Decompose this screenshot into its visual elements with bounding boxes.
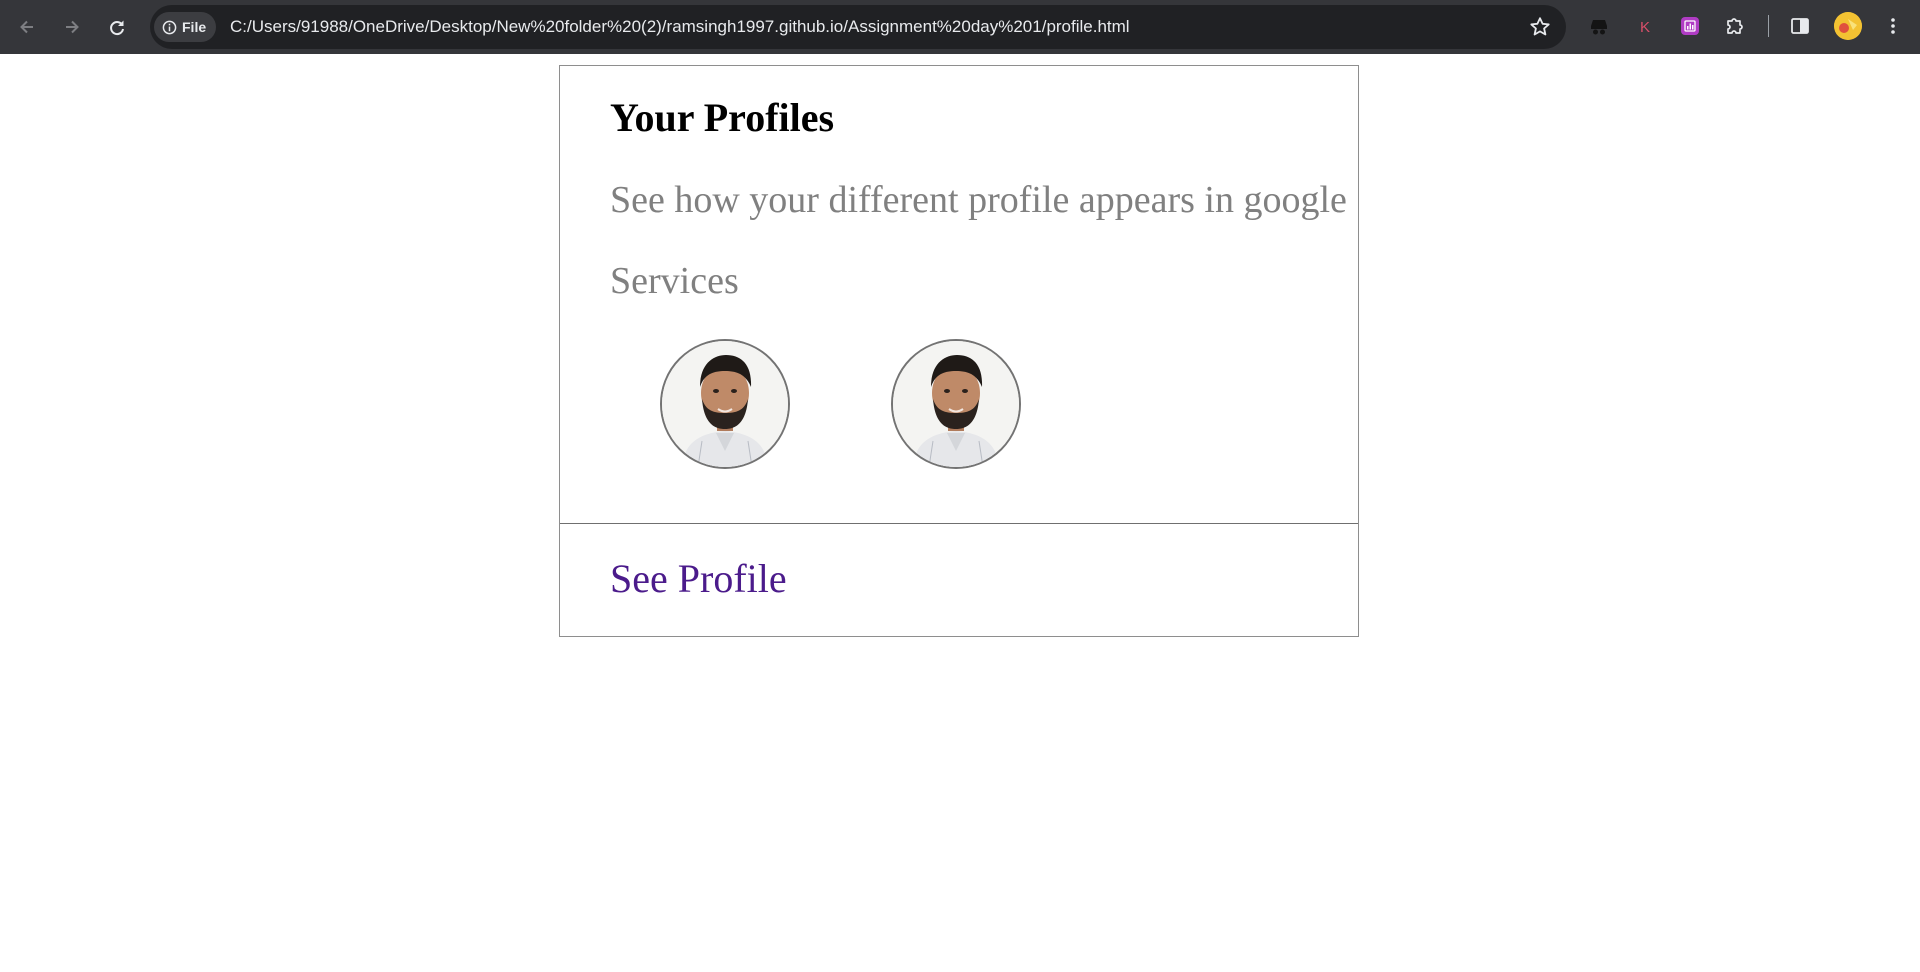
k-extension-icon: K: [1640, 19, 1650, 36]
star-icon[interactable]: [1528, 15, 1552, 39]
profile-avatar[interactable]: [1834, 12, 1862, 40]
see-profile-link[interactable]: See Profile: [610, 555, 787, 602]
avatar: [891, 339, 1021, 469]
site-info-chip[interactable]: File: [154, 12, 217, 42]
reload-button[interactable]: [99, 9, 135, 45]
chart-extension-icon: [1681, 17, 1699, 35]
reload-icon: [110, 20, 124, 36]
k-extension-button[interactable]: K: [1632, 13, 1658, 39]
avatar: [660, 339, 790, 469]
extensions-button[interactable]: [1722, 13, 1748, 39]
address-bar[interactable]: File C:/Users/91988/OneDrive/Desktop/New…: [150, 5, 1566, 49]
page-title: Your Profiles: [610, 95, 835, 140]
puzzle-extensions-icon: [1727, 18, 1743, 34]
forward-button[interactable]: [54, 9, 90, 45]
side-panel-icon: [1791, 18, 1809, 34]
kebab-menu-icon: [1891, 18, 1895, 34]
svg-text:K: K: [1640, 19, 1650, 36]
toolbar-divider: [1768, 15, 1769, 37]
incognito-extension-button[interactable]: [1586, 13, 1612, 39]
info-icon: [162, 20, 177, 34]
forward-arrow-icon: [66, 20, 79, 34]
profile-photo: [893, 341, 1019, 467]
site-chip-label: File: [182, 19, 207, 35]
card-description: See how your different profile appears i…: [610, 179, 1347, 302]
side-panel-button[interactable]: [1787, 13, 1813, 39]
profile-photo: [662, 341, 788, 467]
back-arrow-icon: [20, 20, 33, 34]
profiles-card-body: Your Profiles See how your different pro…: [560, 66, 1358, 524]
back-button[interactable]: [9, 9, 45, 45]
incognito-extension-icon: [1591, 20, 1607, 35]
browser-menu-button[interactable]: [1880, 13, 1906, 39]
chart-extension-button[interactable]: [1677, 13, 1703, 39]
browser-toolbar: File C:/Users/91988/OneDrive/Desktop/New…: [0, 0, 1920, 54]
profile-avatar-icon: [1834, 12, 1862, 40]
profiles-card: Your Profiles See how your different pro…: [559, 65, 1359, 637]
url-text[interactable]: C:/Users/91988/OneDrive/Desktop/New%20fo…: [230, 5, 1130, 49]
